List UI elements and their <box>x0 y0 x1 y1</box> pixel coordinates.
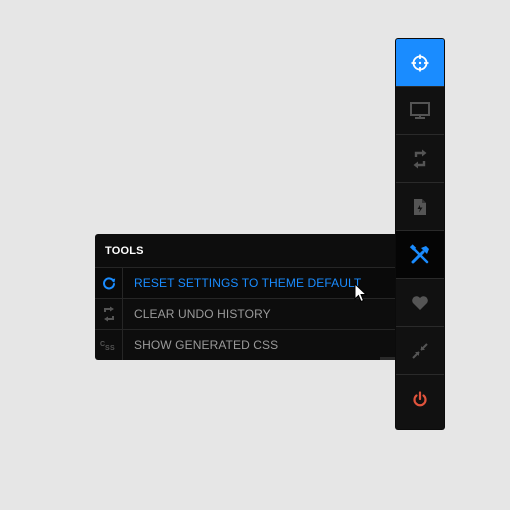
toolbar-button-sync[interactable] <box>396 135 444 183</box>
tools-item-label: CLEAR UNDO HISTORY <box>134 307 271 321</box>
vertical-toolbar <box>396 39 444 429</box>
tools-item-reset-settings[interactable]: RESET SETTINGS TO THEME DEFAULT <box>95 267 396 299</box>
tools-item-label: SHOW GENERATED CSS <box>134 338 279 352</box>
css-icon: C S S <box>95 329 123 360</box>
svg-text:S: S <box>110 345 115 351</box>
mouse-cursor-icon <box>354 283 368 303</box>
tools-panel-title: TOOLS <box>105 245 144 257</box>
toolbar-button-favorite[interactable] <box>396 279 444 327</box>
collapse-arrows-icon <box>412 342 428 359</box>
refresh-icon <box>95 267 123 299</box>
tools-item-show-css[interactable]: C S S SHOW GENERATED CSS <box>95 329 396 360</box>
monitor-icon <box>410 101 430 119</box>
tools-item-label: RESET SETTINGS TO THEME DEFAULT <box>134 276 362 290</box>
exchange-icon <box>95 298 123 330</box>
panel-resize-handle[interactable] <box>380 357 396 360</box>
tools-panel: TOOLS RESET SETTINGS TO THEME DEFAULT CL… <box>95 234 396 360</box>
toolbar-button-target[interactable] <box>396 39 444 87</box>
sync-arrows-icon <box>413 149 427 168</box>
toolbar-button-collapse[interactable] <box>396 327 444 375</box>
tools-icon <box>409 243 429 263</box>
document-icon <box>414 198 426 215</box>
toolbar-button-display[interactable] <box>396 87 444 135</box>
toolbar-button-tools[interactable] <box>396 231 444 279</box>
tools-item-clear-undo[interactable]: CLEAR UNDO HISTORY <box>95 298 396 330</box>
crosshair-icon <box>411 54 429 71</box>
heart-icon <box>412 295 428 310</box>
toolbar-button-document[interactable] <box>396 183 444 231</box>
toolbar-button-power[interactable] <box>396 375 444 423</box>
power-icon <box>413 391 427 407</box>
